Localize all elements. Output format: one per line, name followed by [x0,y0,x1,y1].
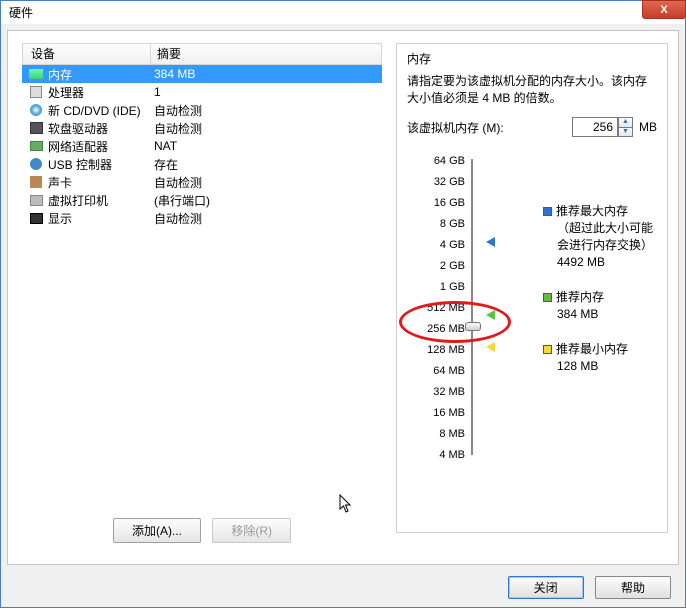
tick-label: 128 MB [407,344,465,356]
device-summary: 存在 [154,156,382,173]
device-name: 内存 [48,66,154,83]
tick-label: 512 MB [407,302,465,314]
tick-label: 2 GB [407,260,465,272]
legend-max: 推荐最大内存 （超过此大小可能 会进行内存交换） 4492 MB [543,203,669,271]
device-name: 虚拟打印机 [48,192,154,209]
network-icon [28,139,44,153]
memory-settings-panel: 内存 请指定要为该虚拟机分配的内存大小。该内存大小值必须是 4 MB 的倍数。 … [396,43,668,533]
legend-max-note2: 会进行内存交换） [543,237,669,254]
cpu-icon [28,85,44,99]
display-icon [28,211,44,225]
device-name: 网络适配器 [48,138,154,155]
sound-icon [28,175,44,189]
floppy-icon [28,121,44,135]
tick-label: 16 MB [407,407,465,419]
device-row-cpu[interactable]: 处理器 1 [22,83,382,101]
device-summary: 1 [154,85,382,99]
marker-rec-icon [486,310,495,320]
memory-input-label: 该虚拟机内存 (M): [407,119,504,136]
legend-rec: 推荐内存 384 MB [543,289,669,323]
col-device[interactable]: 设备 [23,44,151,64]
device-summary: 自动检测 [154,174,382,191]
device-name: 软盘驱动器 [48,120,154,137]
device-name: 显示 [48,210,154,227]
cd-icon [28,103,44,117]
content-panel: 设备 摘要 内存 384 MB 处理器 1 新 CD/DVD (IDE) 自动检… [7,30,679,565]
close-button[interactable]: X [642,0,686,19]
slider-handle[interactable] [465,322,481,331]
device-row-usb[interactable]: USB 控制器 存在 [22,155,382,173]
device-table-header: 设备 摘要 [22,43,382,65]
memory-input-row: 该虚拟机内存 (M): ▲ ▼ MB [407,117,657,137]
window-title: 硬件 [9,4,33,21]
device-row-network[interactable]: 网络适配器 NAT [22,137,382,155]
close-dialog-button[interactable]: 关闭 [508,576,584,599]
tick-label: 64 MB [407,365,465,377]
marker-max-icon [486,237,495,247]
device-name: USB 控制器 [48,156,154,173]
close-icon: X [660,4,667,16]
memory-description: 请指定要为该虚拟机分配的内存大小。该内存大小值必须是 4 MB 的倍数。 [407,73,657,107]
tick-label: 256 MB [407,323,465,335]
dialog-footer: 关闭 帮助 [500,576,671,599]
device-row-sound[interactable]: 声卡 自动检测 [22,173,382,191]
remove-button: 移除(R) [212,518,291,543]
device-summary: NAT [154,139,382,153]
legend-min: 推荐最小内存 128 MB [543,341,669,375]
dialog-body: 设备 摘要 内存 384 MB 处理器 1 新 CD/DVD (IDE) 自动检… [1,24,685,607]
device-row-cd[interactable]: 新 CD/DVD (IDE) 自动检测 [22,101,382,119]
tick-label: 8 GB [407,218,465,230]
memory-spinner: ▲ ▼ [572,117,633,137]
square-blue-icon [543,207,552,216]
usb-icon [28,157,44,171]
marker-min-icon [486,342,495,352]
legend-rec-value: 384 MB [543,306,669,323]
col-summary[interactable]: 摘要 [151,44,381,64]
tick-label: 1 GB [407,281,465,293]
square-yellow-icon [543,345,552,354]
legend-rec-title: 推荐内存 [556,290,604,304]
memory-legend: 推荐最大内存 （超过此大小可能 会进行内存交换） 4492 MB 推荐内存 38… [543,203,669,393]
device-row-display[interactable]: 显示 自动检测 [22,209,382,227]
tick-label: 32 GB [407,176,465,188]
memory-unit: MB [639,120,657,134]
device-name: 声卡 [48,174,154,191]
memory-slider: 64 GB 32 GB 16 GB 8 GB 4 GB 2 GB 1 GB 51… [407,155,657,465]
tick-label: 32 MB [407,386,465,398]
tick-label: 8 MB [407,428,465,440]
device-name: 处理器 [48,84,154,101]
legend-min-value: 128 MB [543,358,669,375]
tick-label: 16 GB [407,197,465,209]
memory-icon [28,67,44,81]
spinner-up-icon[interactable]: ▲ [618,117,633,127]
device-buttons: 添加(A)... 移除(R) [22,518,382,543]
device-list-panel: 设备 摘要 内存 384 MB 处理器 1 新 CD/DVD (IDE) 自动检… [22,43,382,543]
device-summary: 自动检测 [154,210,382,227]
legend-max-value: 4492 MB [543,254,669,271]
help-button[interactable]: 帮助 [595,576,671,599]
printer-icon [28,193,44,207]
slider-track[interactable] [471,159,473,455]
device-row-printer[interactable]: 虚拟打印机 (串行端口) [22,191,382,209]
hardware-dialog: 硬件 X 设备 摘要 内存 384 MB 处理器 1 [0,0,686,608]
titlebar[interactable]: 硬件 X [1,1,685,24]
device-summary: 自动检测 [154,102,382,119]
memory-section-title: 内存 [407,48,657,73]
device-row-memory[interactable]: 内存 384 MB [22,65,382,83]
spinner-down-icon[interactable]: ▼ [618,127,633,137]
add-button[interactable]: 添加(A)... [113,518,201,543]
device-summary: 自动检测 [154,120,382,137]
device-summary: 384 MB [154,67,382,81]
legend-min-title: 推荐最小内存 [556,342,628,356]
tick-label: 4 MB [407,449,465,461]
device-name: 新 CD/DVD (IDE) [48,102,154,119]
square-green-icon [543,293,552,302]
legend-max-note1: （超过此大小可能 [543,220,669,237]
legend-max-title: 推荐最大内存 [556,204,628,218]
device-summary: (串行端口) [154,192,382,209]
device-row-floppy[interactable]: 软盘驱动器 自动检测 [22,119,382,137]
tick-label: 64 GB [407,155,465,167]
memory-input[interactable] [572,117,618,137]
tick-label: 4 GB [407,239,465,251]
